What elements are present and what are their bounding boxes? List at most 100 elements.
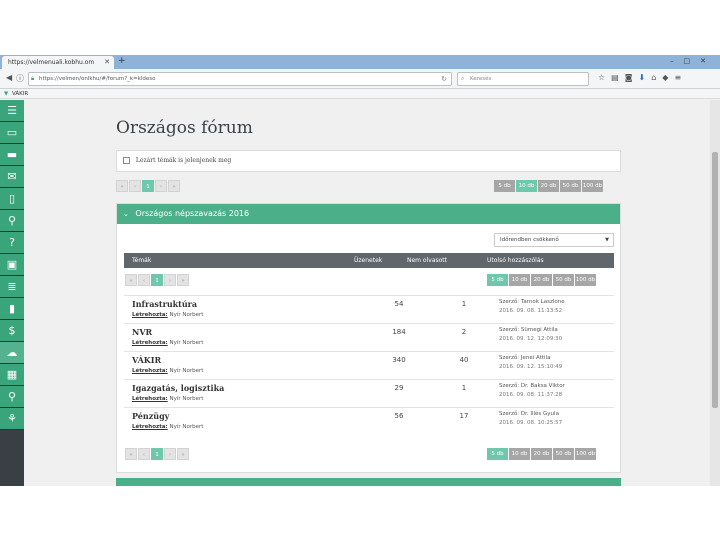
page-last-button[interactable]: »: [177, 448, 189, 460]
briefcase-icon[interactable]: ▣: [0, 254, 24, 276]
nav-bar: ◀ ⓘ 🔒︎ https://velmen/onlkhu/#/forum?_k=…: [0, 69, 720, 89]
per-page-10-button[interactable]: 10 db: [509, 448, 530, 460]
topic-author: Létrehozta: Nyír Norbert: [132, 424, 204, 430]
scrollbar-thumb[interactable]: [712, 152, 718, 408]
table-row[interactable]: NVR Létrehozta: Nyír Norbert 184 2 Szerz…: [124, 323, 614, 351]
per-page-5-button[interactable]: 5 db: [487, 448, 508, 460]
tab-strip: https://velmenuali.kobhu.om ✕ + –□✕: [0, 55, 720, 69]
topic-title[interactable]: VÁKIR: [132, 355, 161, 365]
home-icon[interactable]: ⌂: [651, 73, 662, 82]
table-row[interactable]: Igazgatás, logisztika Létrehozta: Nyír N…: [124, 379, 614, 407]
page-last-button[interactable]: »: [177, 274, 189, 286]
book-icon[interactable]: ▮: [0, 298, 24, 320]
topic-title[interactable]: NVR: [132, 327, 152, 337]
page-prev-button[interactable]: ‹: [138, 274, 150, 286]
col-last[interactable]: Utolsó hozzászólás: [487, 253, 544, 268]
per-page-5-button[interactable]: 5 db: [487, 274, 508, 286]
users-icon[interactable]: ⚘: [0, 408, 24, 430]
search-input[interactable]: ⌕ Keresés: [457, 72, 589, 86]
grid-icon[interactable]: ▦: [0, 364, 24, 386]
per-page-5-button[interactable]: 5 db: [494, 180, 515, 192]
topic-author: Létrehozta: Nyír Norbert: [132, 368, 204, 374]
topic-author: Létrehozta: Nyír Norbert: [132, 396, 204, 402]
page-next-button[interactable]: ›: [164, 274, 176, 286]
next-forum-panel-header[interactable]: [116, 478, 621, 486]
scrollbar[interactable]: [710, 100, 720, 486]
per-page-50-button[interactable]: 50 db: [553, 274, 574, 286]
topic-author: Létrehozta: Nyír Norbert: [132, 312, 204, 318]
page-first-button[interactable]: «: [116, 180, 128, 192]
window-controls[interactable]: –□✕: [670, 55, 716, 68]
closed-topics-checkbox[interactable]: [123, 157, 130, 164]
col-posts[interactable]: Üzenetek: [354, 253, 382, 268]
last-post-author: Szerző: Dr. Baksa Viktor: [499, 383, 565, 389]
page-current-button[interactable]: 1: [142, 180, 154, 192]
info-icon[interactable]: ⓘ: [16, 73, 24, 84]
download-icon[interactable]: ⬇: [639, 73, 652, 82]
page-prev-button[interactable]: ‹: [129, 180, 141, 192]
per-page-50-button[interactable]: 50 db: [560, 180, 581, 192]
table-row[interactable]: Infrastruktúra Létrehozta: Nyír Norbert …: [124, 295, 614, 323]
per-page-20-button[interactable]: 20 db: [538, 180, 559, 192]
org-chart-icon[interactable]: ⚲: [0, 210, 24, 232]
page-current-button[interactable]: 1: [151, 448, 163, 460]
reading-list-icon[interactable]: ▤: [611, 73, 625, 82]
back-icon[interactable]: ◀: [6, 73, 12, 82]
per-page-20-button[interactable]: 20 db: [531, 448, 552, 460]
map-icon[interactable]: ☁: [0, 342, 24, 364]
per-page-50-button[interactable]: 50 db: [553, 448, 574, 460]
unread-count: 1: [461, 300, 467, 308]
page-last-button[interactable]: »: [168, 180, 180, 192]
per-page-100-button[interactable]: 100 db: [582, 180, 603, 192]
url-input[interactable]: 🔒︎ https://velmen/onlkhu/#/forum?_k=klde…: [28, 72, 452, 86]
pocket-icon[interactable]: ◙: [625, 73, 639, 82]
topic-title[interactable]: Pénzügy: [132, 411, 169, 421]
star-icon[interactable]: ☆: [598, 73, 611, 82]
document-icon[interactable]: ▯: [0, 188, 24, 210]
closed-topics-filter[interactable]: Lezárt témák is jelenjenek meg: [116, 150, 621, 172]
lock-icon: 🔒︎: [31, 75, 35, 82]
dollar-icon[interactable]: $: [0, 320, 24, 342]
col-unread[interactable]: Nem olvasott: [407, 253, 447, 268]
page-next-button[interactable]: ›: [164, 448, 176, 460]
search-icon[interactable]: ⚲: [0, 386, 24, 408]
browser-tab[interactable]: https://velmenuali.kobhu.om ✕: [2, 56, 114, 69]
bookmark-vakir[interactable]: VÁKIR: [12, 91, 28, 97]
per-page-top: 5 db 10 db 20 db 50 db 100 db: [494, 180, 604, 192]
monitor-icon[interactable]: ▭: [0, 122, 24, 144]
sort-select[interactable]: Időrendben csökkenő ▼: [494, 233, 614, 247]
forum-panel: ⌄ Országos népszavazás 2016 Időrendben c…: [116, 203, 621, 473]
search-placeholder: Keresés: [470, 76, 492, 82]
table-header: Témák Üzenetek Nem olvasott Utolsó hozzá…: [124, 253, 614, 268]
topic-title[interactable]: Igazgatás, logisztika: [132, 383, 224, 393]
col-topic[interactable]: Témák: [132, 253, 151, 268]
per-page-10-button[interactable]: 10 db: [516, 180, 537, 192]
topic-title[interactable]: Infrastruktúra: [132, 299, 197, 309]
page-next-button[interactable]: ›: [155, 180, 167, 192]
page-first-button[interactable]: «: [125, 274, 137, 286]
forum-panel-header[interactable]: ⌄ Országos népszavazás 2016: [117, 204, 620, 224]
new-tab-icon[interactable]: +: [118, 55, 126, 68]
page-prev-button[interactable]: ‹: [138, 448, 150, 460]
chat-icon[interactable]: ▬: [0, 144, 24, 166]
unread-count: 2: [461, 328, 467, 336]
toolbar-icons[interactable]: ☆▤◙⬇⌂◆≡: [598, 73, 687, 82]
menu-icon[interactable]: ≡: [674, 73, 687, 82]
extension-icon[interactable]: ◆: [662, 73, 674, 82]
per-page-10-button[interactable]: 10 db: [509, 274, 530, 286]
mail-icon[interactable]: ✉: [0, 166, 24, 188]
per-page-20-button[interactable]: 20 db: [531, 274, 552, 286]
help-icon[interactable]: ?: [0, 232, 24, 254]
page-first-button[interactable]: «: [125, 448, 137, 460]
server-icon[interactable]: ☰: [0, 100, 24, 122]
per-page-100-button[interactable]: 100 db: [575, 448, 596, 460]
table-row[interactable]: VÁKIR Létrehozta: Nyír Norbert 340 40 Sz…: [124, 351, 614, 379]
url-text: https://velmen/onlkhu/#/forum?_k=kldeso: [39, 76, 156, 82]
per-page-100-button[interactable]: 100 db: [575, 274, 596, 286]
table-row[interactable]: Pénzügy Létrehozta: Nyír Norbert 56 17 S…: [124, 407, 614, 435]
per-page-inner: 5 db 10 db 20 db 50 db 100 db: [487, 274, 597, 286]
page-current-button[interactable]: 1: [151, 274, 163, 286]
list-icon[interactable]: ≣: [0, 276, 24, 298]
reload-icon[interactable]: ↻: [441, 73, 447, 85]
close-icon[interactable]: ✕: [104, 56, 110, 69]
